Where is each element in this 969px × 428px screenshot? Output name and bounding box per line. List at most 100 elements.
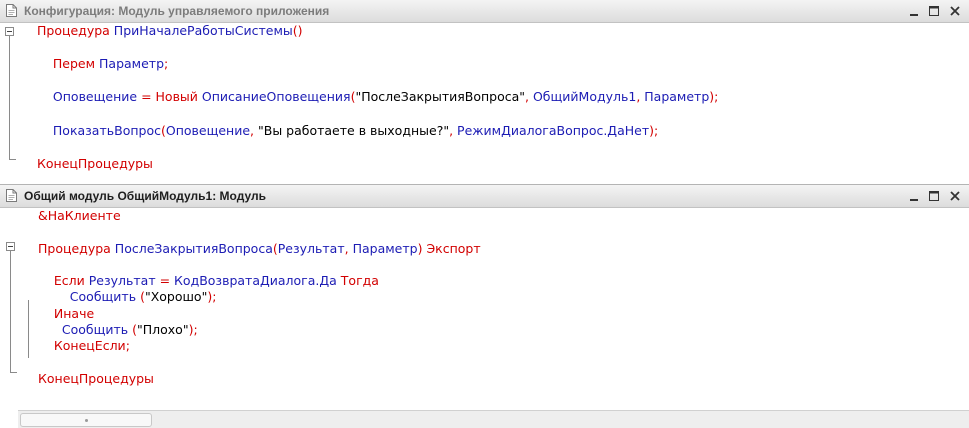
- code-line: КонецЕсли;: [38, 338, 481, 354]
- code-token: Перем: [52, 56, 100, 72]
- code-token: Параметр: [644, 89, 710, 105]
- code-line: Сообщить ("Плохо");: [38, 322, 481, 338]
- code-token: );: [207, 289, 217, 305]
- code-token: Сообщить: [69, 289, 141, 305]
- code-token: КонецПроцедуры: [37, 155, 153, 171]
- code-token: Результат: [277, 240, 345, 256]
- code-line: Сообщить ("Хорошо");: [38, 289, 481, 305]
- code-token: Тогда: [340, 273, 379, 289]
- fold-line: [9, 36, 16, 160]
- close-icon[interactable]: [946, 2, 964, 20]
- code-token: "Хорошо": [144, 289, 208, 305]
- code-line: Процедура ПриНачалеРаботыСистемы(): [37, 23, 718, 40]
- window-title: Конфигурация: Модуль управляемого прилож…: [24, 4, 330, 18]
- maximize-icon[interactable]: [925, 2, 943, 20]
- code-editor[interactable]: &НаКлиенте Процедура ПослеЗакрытияВопрос…: [18, 208, 969, 410]
- code-line: КонецПроцедуры: [37, 156, 718, 173]
- code-line: Процедура ПослеЗакрытияВопроса(Результат…: [38, 241, 481, 257]
- code-token: Процедура: [38, 240, 115, 256]
- code-line: Иначе: [38, 306, 481, 322]
- code-token: ,: [525, 89, 533, 105]
- code-token: &НаКлиенте: [38, 208, 121, 223]
- code-line: ПоказатьВопрос(Оповещение, "Вы работаете…: [37, 123, 718, 140]
- code-token: ;: [164, 56, 169, 72]
- minimize-icon[interactable]: [905, 2, 923, 20]
- fold-line: [28, 300, 29, 358]
- code-token: =: [159, 273, 175, 289]
- fold-line: [10, 251, 17, 373]
- code-token: ОбщийМодуль1: [532, 89, 637, 105]
- code-token: КодВозвратаДиалога.Да: [174, 273, 341, 289]
- code-token: ПриНачалеРаботыСистемы: [113, 23, 293, 38]
- document-icon: [6, 189, 17, 202]
- code-token: "Плохо": [137, 322, 189, 338]
- code-token: Процедура: [37, 23, 114, 38]
- code-line: &НаКлиенте: [38, 208, 481, 224]
- code-token: );: [709, 89, 719, 105]
- code-token: ПоказатьВопрос: [52, 122, 161, 138]
- fold-toggle-icon[interactable]: [5, 27, 14, 36]
- horizontal-scrollbar[interactable]: [18, 410, 969, 428]
- code-token: Параметр: [352, 240, 418, 256]
- minimize-icon[interactable]: [905, 187, 923, 205]
- code-editor[interactable]: Процедура ПриНачалеРаботыСистемы() Перем…: [18, 23, 969, 184]
- module-window-configuration: Конфигурация: Модуль управляемого прилож…: [0, 0, 969, 185]
- code-token: Результат: [88, 273, 160, 289]
- code-line: КонецПроцедуры: [38, 371, 481, 387]
- code-token: );: [649, 122, 659, 138]
- code-token: Параметр: [99, 56, 165, 72]
- fold-toggle-icon[interactable]: [6, 242, 15, 251]
- window-titlebar[interactable]: Общий модуль ОбщийМодуль1: Модуль: [0, 185, 969, 208]
- window-title: Общий модуль ОбщийМодуль1: Модуль: [24, 189, 266, 203]
- code-token: Оповещение: [52, 89, 142, 105]
- code-token: КонецПроцедуры: [38, 370, 154, 386]
- code-token: =: [141, 89, 156, 105]
- code-line: Оповещение = Новый ОписаниеОповещения("П…: [37, 89, 718, 106]
- code-token: ОписаниеОповещения: [201, 89, 351, 105]
- module-window-common-module: Общий модуль ОбщийМодуль1: Модуль &НаКли…: [0, 185, 969, 428]
- code-token: Экспорт: [426, 240, 481, 256]
- code-token: ПослеЗакрытияВопроса: [114, 240, 273, 256]
- code-token: Иначе: [53, 305, 95, 321]
- code-block: &НаКлиенте Процедура ПослеЗакрытияВопрос…: [38, 208, 481, 387]
- document-icon: [6, 4, 17, 17]
- code-token: РежимДиалогаВопрос.ДаНет: [457, 122, 650, 138]
- code-token: Новый: [155, 89, 202, 105]
- code-token: "Вы работаете в выходные?": [258, 122, 450, 138]
- code-token: Если: [53, 273, 89, 289]
- code-line: Перем Параметр;: [37, 56, 718, 73]
- maximize-icon[interactable]: [925, 187, 943, 205]
- code-token: КонецЕсли: [53, 338, 126, 354]
- code-line: Если Результат = КодВозвратаДиалога.Да Т…: [38, 273, 481, 289]
- close-icon[interactable]: [946, 187, 964, 205]
- code-token: );: [188, 322, 198, 338]
- code-token: ,: [250, 122, 258, 138]
- code-token: ,: [449, 122, 458, 138]
- code-token: ,: [344, 240, 353, 256]
- editor-gutter: [0, 208, 18, 428]
- code-token: "ПослеЗакрытияВопроса": [355, 89, 526, 105]
- code-token: ;: [125, 338, 130, 354]
- code-block: Процедура ПриНачалеРаботыСистемы() Перем…: [37, 23, 718, 172]
- code-token: Сообщить: [61, 322, 133, 338]
- code-token: (): [292, 23, 303, 38]
- scrollbar-thumb[interactable]: [20, 413, 152, 427]
- editor-gutter: [0, 23, 18, 184]
- code-token: Оповещение: [165, 122, 251, 138]
- window-titlebar[interactable]: Конфигурация: Модуль управляемого прилож…: [0, 0, 969, 23]
